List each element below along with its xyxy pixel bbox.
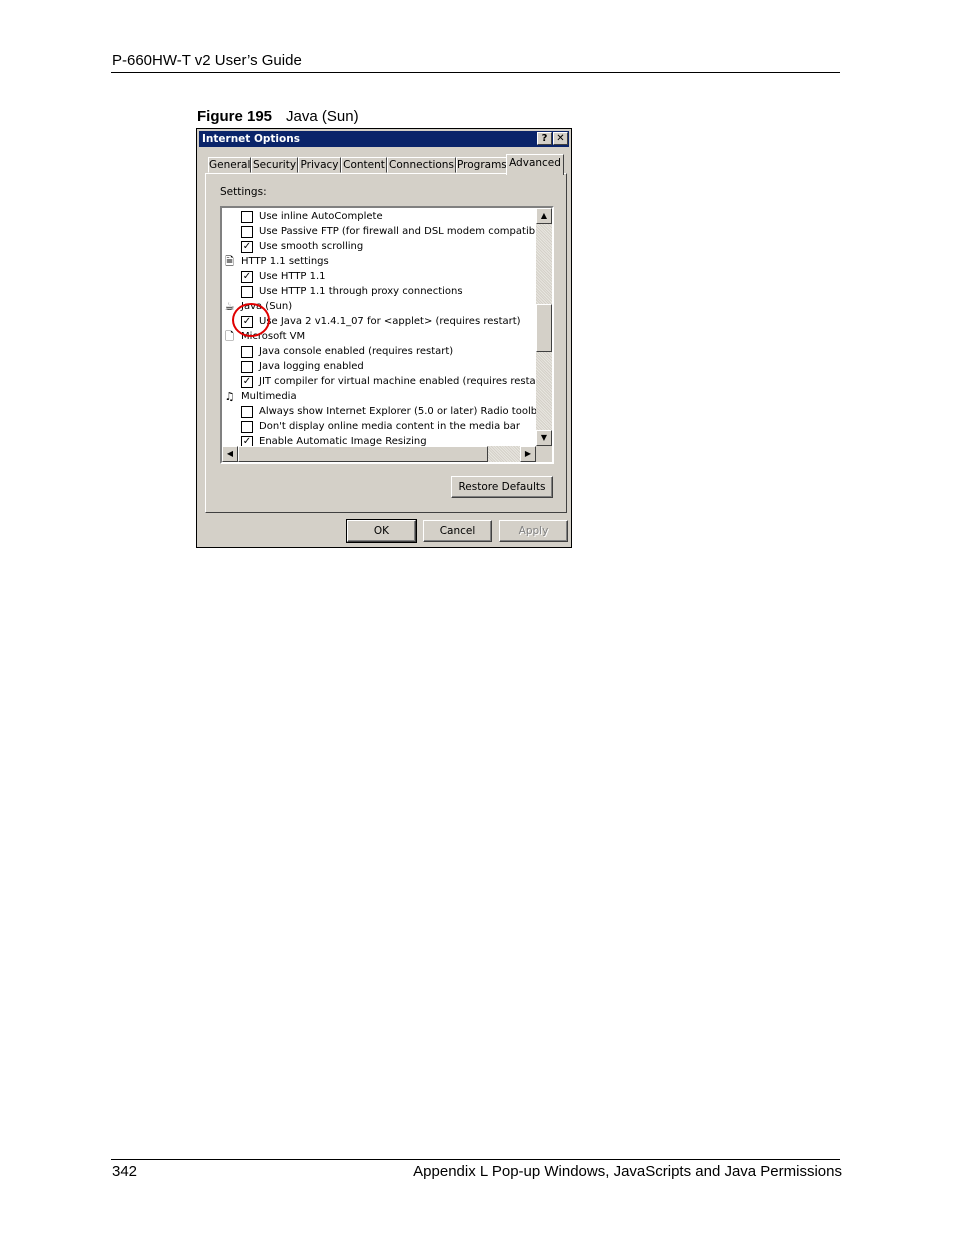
checkbox-unchecked[interactable] — [241, 361, 253, 373]
setting-label: Use HTTP 1.1 — [259, 271, 326, 282]
checkbox-unchecked[interactable] — [241, 346, 253, 358]
header-text: P-660HW-T v2 User’s Guide — [112, 52, 302, 69]
vertical-scrollbar[interactable]: ▲ ▼ — [536, 208, 552, 446]
tab-label: Connections — [389, 159, 454, 171]
tab-label: Privacy — [300, 159, 339, 171]
checkbox-checked[interactable]: ✓ — [241, 376, 253, 388]
setting-label: Use smooth scrolling — [259, 241, 364, 252]
scroll-down-button[interactable]: ▼ — [536, 430, 552, 446]
tab-label: Programs — [457, 159, 507, 171]
checkbox-checked[interactable]: ✓ — [241, 241, 253, 253]
setting-label: Always show Internet Explorer (5.0 or la… — [259, 406, 548, 417]
internet-options-window: Internet Options ? ✕ General Security Pr… — [196, 128, 572, 548]
tab-label: General — [209, 159, 251, 171]
button-label: Restore Defaults — [458, 481, 546, 493]
figure-title: Java (Sun) — [286, 108, 359, 125]
checkbox-checked[interactable]: ✓ — [241, 271, 253, 283]
setting-label: JIT compiler for virtual machine enabled… — [259, 376, 548, 387]
tab-connections[interactable]: Connections — [387, 157, 456, 173]
tab-content[interactable]: Content — [341, 157, 387, 173]
tab-advanced[interactable]: Advanced — [506, 154, 564, 175]
button-label: Cancel — [439, 525, 476, 537]
tab-general[interactable]: General — [208, 157, 251, 173]
restore-defaults-button[interactable]: Restore Defaults — [451, 476, 553, 498]
setting-label: Java console enabled (requires restart) — [259, 346, 454, 357]
checkbox-unchecked[interactable] — [241, 406, 253, 418]
button-label: Apply — [518, 525, 549, 537]
title-bar[interactable]: Internet Options ? ✕ — [199, 131, 569, 147]
scroll-right-button[interactable]: ▶ — [520, 446, 536, 462]
tab-privacy[interactable]: Privacy — [298, 157, 341, 173]
chapter-title: Appendix L Pop-up Windows, JavaScripts a… — [413, 1163, 842, 1180]
setting-label: Use Java 2 v1.4.1_07 for <applet> (requi… — [259, 316, 521, 327]
tab-label: Content — [343, 159, 385, 171]
arrow-left-icon: ◀ — [226, 449, 234, 458]
category-label: Multimedia — [241, 391, 297, 402]
help-button[interactable]: ? — [537, 132, 552, 145]
setting-label: Don't display online media content in th… — [259, 421, 520, 432]
multimedia-icon: ♫ — [224, 390, 235, 403]
hscroll-thumb[interactable] — [238, 446, 488, 462]
help-icon: ? — [541, 133, 548, 144]
highlight-circle — [232, 303, 270, 337]
tab-programs[interactable]: Programs — [456, 157, 507, 173]
scroll-up-button[interactable]: ▲ — [536, 208, 552, 224]
close-button[interactable]: ✕ — [553, 132, 568, 145]
checkbox-unchecked[interactable] — [241, 421, 253, 433]
window-title: Internet Options — [202, 133, 300, 145]
apply-button[interactable]: Apply — [499, 520, 568, 542]
setting-label: Use inline AutoComplete — [259, 211, 383, 222]
setting-label: Use Passive FTP (for firewall and DSL mo… — [259, 226, 554, 237]
setting-label: Use HTTP 1.1 through proxy connections — [259, 286, 463, 297]
page-number: 342 — [112, 1163, 138, 1180]
arrow-right-icon: ▶ — [524, 449, 532, 458]
figure-label: Figure 195 — [197, 108, 273, 125]
setting-label: Java logging enabled — [259, 361, 364, 372]
ok-button[interactable]: OK — [346, 519, 417, 543]
scroll-thumb[interactable] — [536, 304, 552, 352]
settings-label: Settings: — [220, 186, 267, 198]
button-label: OK — [373, 525, 390, 537]
checkbox-unchecked[interactable] — [241, 226, 253, 238]
tab-security[interactable]: Security — [251, 157, 298, 173]
settings-list[interactable]: Use inline AutoComplete Use Passive FTP (… — [220, 206, 554, 464]
settings-page-icon: 🗎 — [225, 255, 234, 268]
scroll-left-button[interactable]: ◀ — [222, 446, 238, 462]
page-footer: 342 Appendix L Pop-up Windows, JavaScrip… — [111, 1159, 842, 1184]
document-icon: 🗋 — [225, 330, 234, 343]
checkbox-unchecked[interactable] — [241, 211, 253, 223]
page-header: P-660HW-T v2 User’s Guide — [111, 50, 840, 73]
scroll-corner — [536, 446, 552, 462]
figure-caption: Figure 195 Java (Sun) — [197, 108, 359, 125]
category-label: HTTP 1.1 settings — [241, 256, 329, 267]
cancel-button[interactable]: Cancel — [423, 520, 492, 542]
tab-label: Security — [252, 159, 297, 171]
tab-label: Advanced — [509, 157, 561, 169]
close-icon: ✕ — [556, 133, 565, 144]
advanced-panel: Settings: Use inline AutoComplete Use Pas… — [205, 173, 567, 513]
arrow-down-icon: ▼ — [540, 433, 548, 442]
arrow-up-icon: ▲ — [540, 211, 548, 220]
horizontal-scrollbar[interactable]: ◀ ▶ — [222, 446, 536, 462]
checkbox-unchecked[interactable] — [241, 286, 253, 298]
